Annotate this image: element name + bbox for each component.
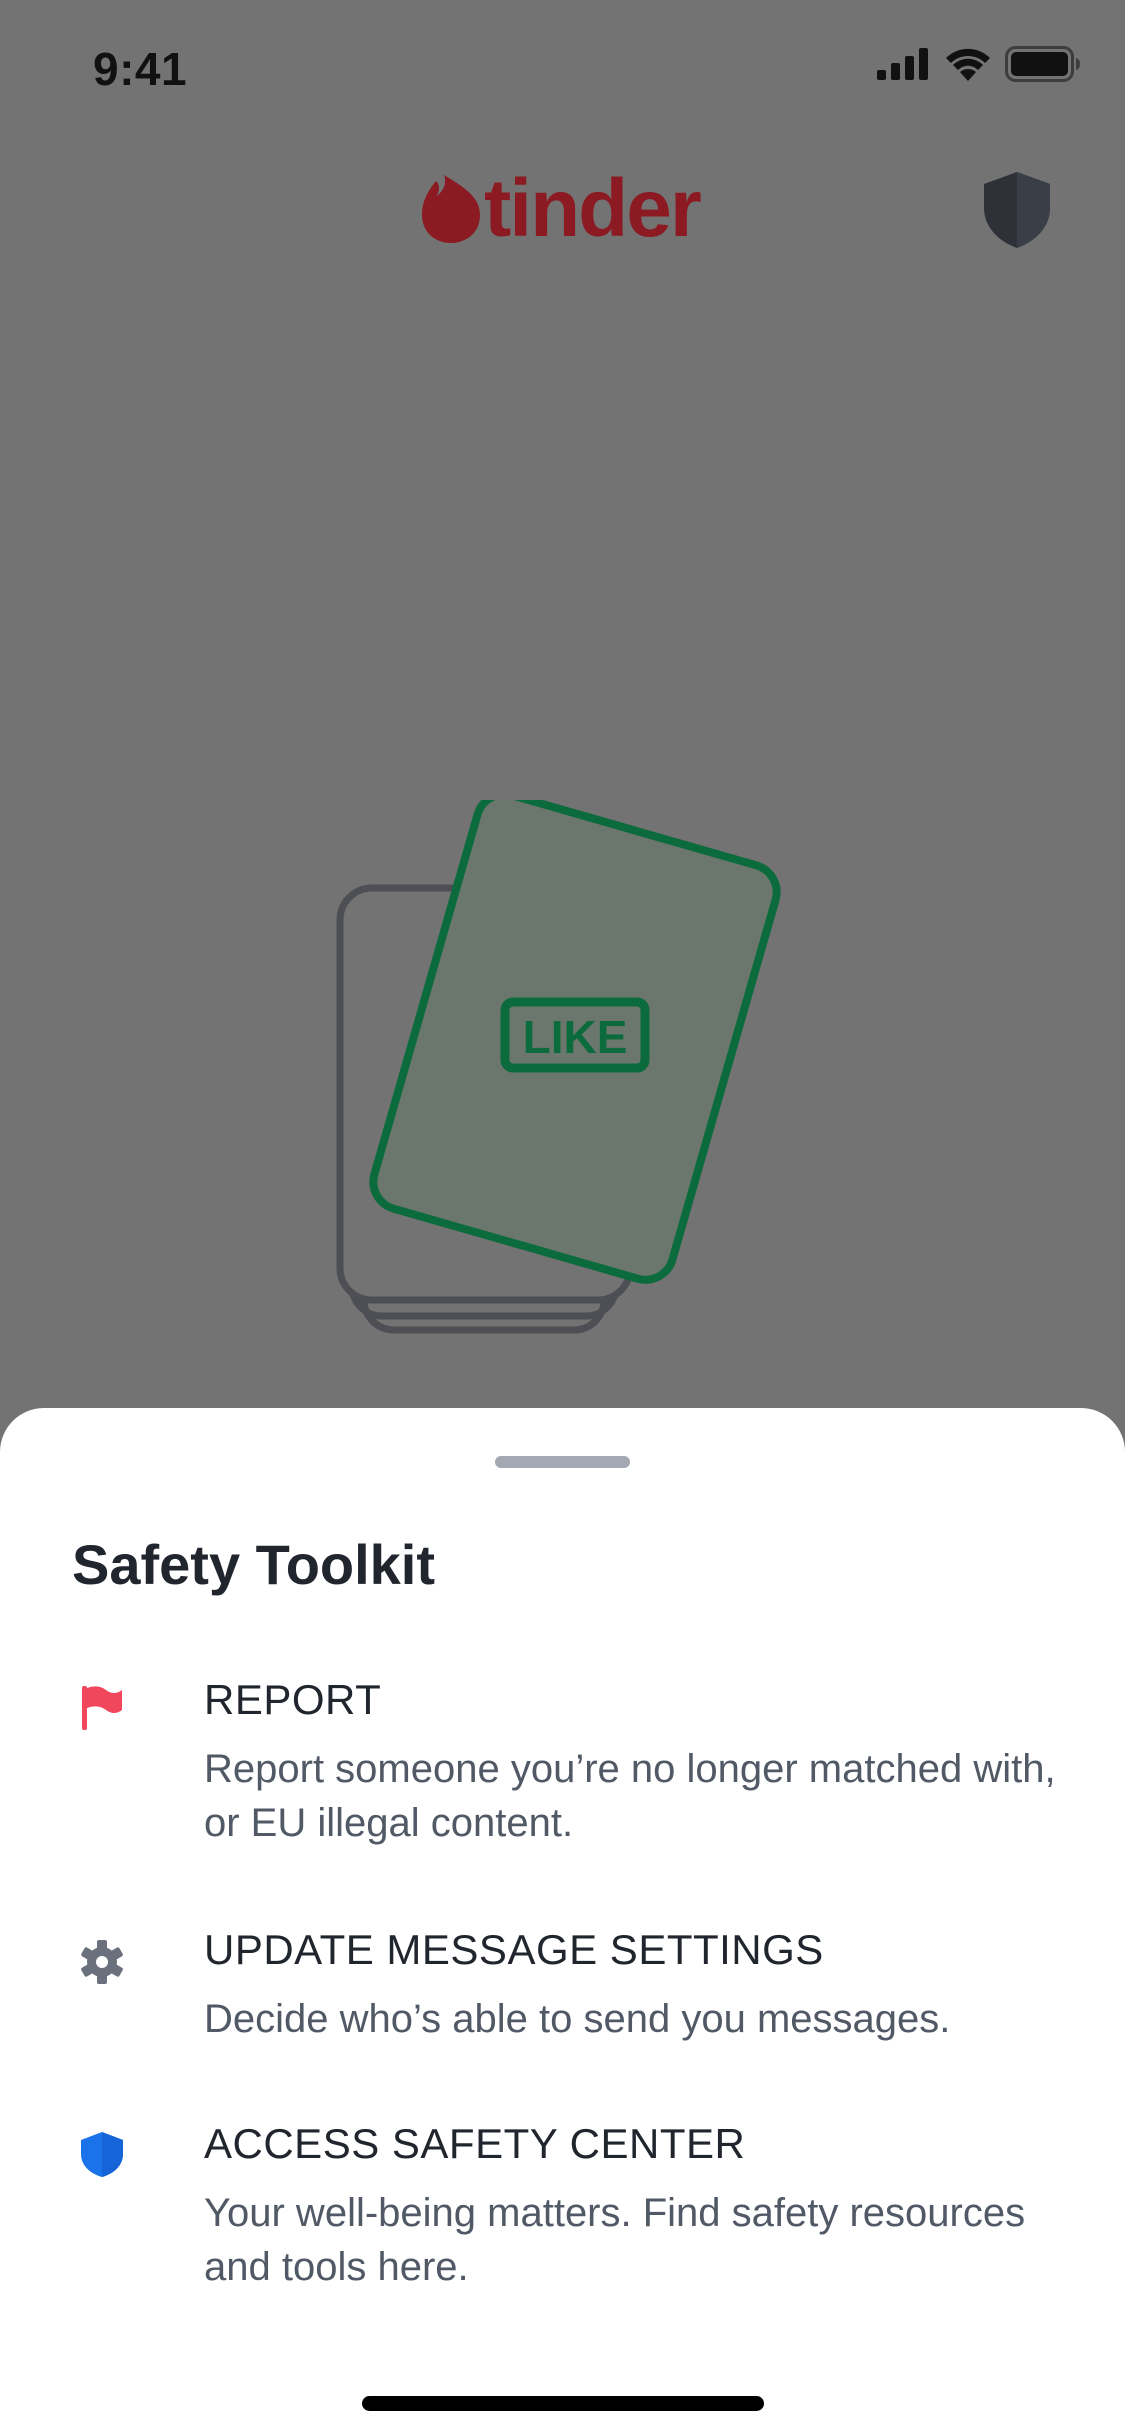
screen: 9:41 tinder LIKE Safety Toolkit REPORT R… [0,0,1125,2436]
shield-icon [81,2132,123,2177]
tinder-logo: tinder [422,163,702,254]
like-cards-illustration: LIKE [336,800,781,1334]
gear-icon [81,1940,123,1984]
flame-icon [422,175,480,243]
update-message-settings-description: Decide who’s able to send you messages. [204,1997,951,2041]
home-indicator[interactable] [362,2396,764,2411]
battery-icon [1005,46,1080,82]
wifi-icon [946,48,990,81]
sheet-grabber[interactable] [495,1456,630,1468]
safety-toolkit-button[interactable] [982,170,1052,250]
cellular-signal-icon [877,48,928,80]
flag-icon [82,1686,122,1730]
update-message-settings-title: UPDATE MESSAGE SETTINGS [204,1926,824,1973]
status-icons [877,46,1081,82]
report-title: REPORT [204,1676,382,1723]
like-card: LIKE [369,800,781,1284]
like-stamp-text: LIKE [523,1011,628,1063]
access-safety-center-description: Your well-being matters. Find safety res… [204,2191,1026,2289]
sheet-title: Safety Toolkit [72,1533,436,1596]
app-header: tinder [0,150,1125,270]
access-safety-center-title: ACCESS SAFETY CENTER [204,2120,746,2167]
brand-wordmark: tinder [484,163,702,254]
report-description: Report someone you’re no longer matched … [204,1747,1056,1845]
shield-icon [984,172,1050,248]
status-bar: 9:41 [0,0,1125,140]
status-time: 9:41 [93,43,188,95]
